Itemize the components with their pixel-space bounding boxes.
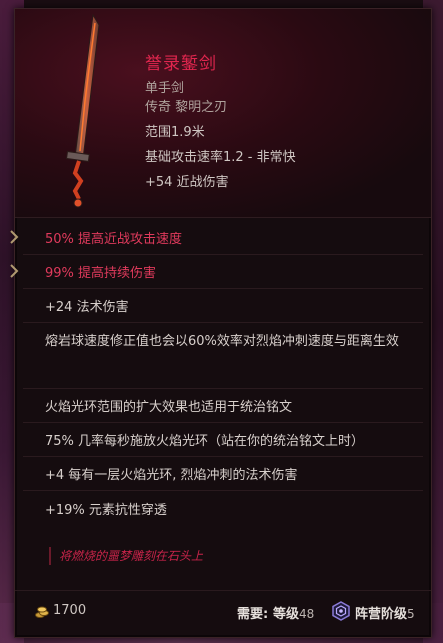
- affix-row: +24 法术伤害: [23, 289, 423, 323]
- affix-row: 熔岩球速度修正值也会以60%效率对烈焰冲刺速度与距离生效: [23, 323, 423, 389]
- sword-item-icon: [65, 13, 100, 208]
- item-name: 誉录錾剑: [145, 54, 217, 74]
- faction-requirement: 阵营阶级5: [355, 603, 415, 622]
- affix-row: +4 每有一层火焰光环, 烈焰冲刺的法术伤害: [23, 457, 423, 491]
- flavor-text: 将燃烧的噩梦雕刻在石头上: [49, 547, 203, 565]
- item-footer: 1700 需要: 等级48 阵营阶级5: [15, 590, 431, 637]
- affix-row: 99% 提高持续伤害: [23, 255, 423, 289]
- level-value: 48: [299, 607, 315, 621]
- level-requirement: 等级48: [273, 603, 314, 622]
- faction-rank-icon: [332, 601, 350, 621]
- item-tooltip: 誉录錾剑 单手剑 传奇 黎明之刃 范围1.9米 基础攻击速率1.2 - 非常快 …: [10, 8, 432, 638]
- requirement-label: 需要:: [237, 607, 269, 622]
- item-attack-speed: 基础攻击速率1.2 - 非常快: [145, 150, 296, 165]
- affix-row: 火焰光环范围的扩大效果也适用于统治铭文: [23, 389, 423, 423]
- chevron-right-icon: [10, 264, 19, 278]
- faction-value: 5: [407, 607, 415, 621]
- chevron-right-icon: [10, 230, 19, 244]
- gold-value: 1700: [53, 603, 87, 618]
- level-label: 等级: [273, 607, 300, 622]
- faction-label: 阵营阶级: [355, 607, 408, 622]
- item-range: 范围1.9米: [145, 125, 205, 140]
- item-type: 单手剑: [145, 81, 185, 96]
- gold-coins-icon: [35, 606, 49, 618]
- affix-row: 50% 提高近战攻击速度: [23, 221, 423, 255]
- item-rarity: 传奇 黎明之刃: [145, 100, 228, 115]
- affix-row: 75% 几率每秒施放火焰光环（站在你的统治铭文上时）: [23, 423, 423, 457]
- item-implicit: +54 近战伤害: [145, 175, 229, 190]
- affix-row: +19% 元素抗性穿透: [45, 502, 167, 518]
- item-header: 誉录錾剑 单手剑 传奇 黎明之刃 范围1.9米 基础攻击速率1.2 - 非常快 …: [15, 9, 431, 218]
